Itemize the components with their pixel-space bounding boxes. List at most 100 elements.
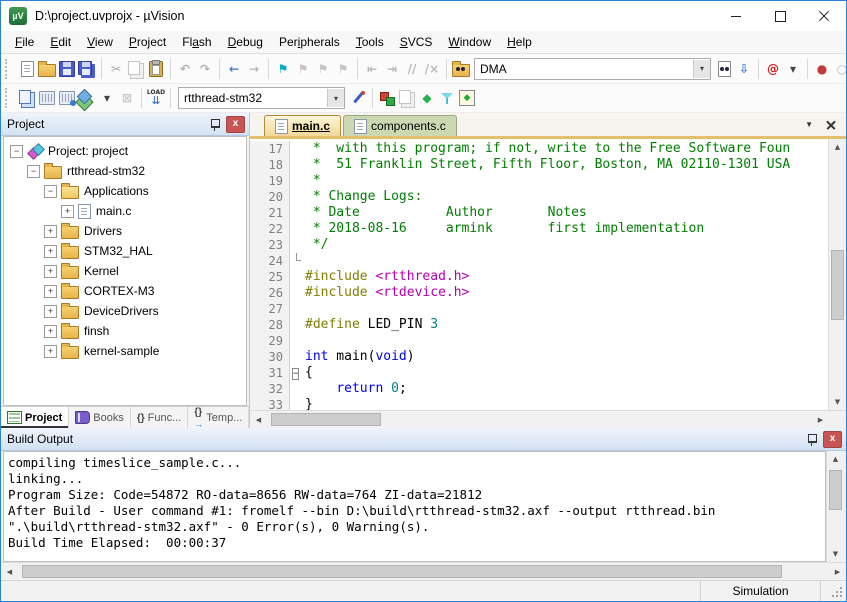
tab-temp[interactable]: Temp... bbox=[188, 407, 249, 428]
code-line[interactable]: 30int main(void) bbox=[250, 349, 828, 365]
line-number[interactable]: 23 bbox=[250, 237, 290, 253]
target-combo[interactable]: rtthread-stm32▾ bbox=[178, 87, 345, 109]
tab-func[interactable]: Func... bbox=[131, 407, 188, 428]
menu-help[interactable]: Help bbox=[499, 33, 540, 51]
menu-view[interactable]: View bbox=[79, 33, 121, 51]
editor-horizontal-scrollbar[interactable]: ◀ ▶ bbox=[250, 410, 846, 428]
next-bookmark-icon[interactable]: ⚑ bbox=[313, 58, 333, 80]
plus-expander[interactable]: + bbox=[44, 345, 57, 358]
scroll-right-icon[interactable]: ▶ bbox=[812, 412, 829, 428]
batch-build-icon[interactable] bbox=[77, 87, 97, 109]
save-all-icon[interactable] bbox=[77, 58, 97, 80]
line-number[interactable]: 22 bbox=[250, 221, 290, 237]
menu-debug[interactable]: Debug bbox=[220, 33, 271, 51]
toolbar-grip[interactable] bbox=[5, 88, 11, 108]
build-output-horizontal-scrollbar[interactable]: ◀ ▶ bbox=[1, 562, 846, 580]
insert-bookmark-icon[interactable]: ⚑ bbox=[273, 58, 293, 80]
tree-item-rtthread-stm32[interactable]: −rtthread-stm32 bbox=[4, 161, 246, 181]
indent-icon[interactable]: ⇥ bbox=[382, 58, 402, 80]
stop-build-icon[interactable]: ⊠ bbox=[117, 87, 137, 109]
scrollbar-thumb[interactable] bbox=[271, 413, 381, 426]
tree-item-project-project[interactable]: −Project: project bbox=[4, 141, 246, 161]
menu-window[interactable]: Window bbox=[440, 33, 499, 51]
code-line[interactable]: 24 bbox=[250, 253, 828, 269]
previous-bookmark-icon[interactable]: ⚑ bbox=[293, 58, 313, 80]
paste-icon[interactable] bbox=[146, 58, 166, 80]
code-line[interactable]: 17 * with this program; if not, write to… bbox=[250, 141, 828, 157]
tree-item-applications[interactable]: −Applications bbox=[4, 181, 246, 201]
plus-expander[interactable]: + bbox=[44, 305, 57, 318]
plus-expander[interactable]: + bbox=[44, 225, 57, 238]
line-number[interactable]: 28 bbox=[250, 317, 290, 333]
chevron-down-icon[interactable]: ▾ bbox=[693, 60, 710, 78]
code-editor[interactable]: 17 * with this program; if not, write to… bbox=[250, 139, 828, 410]
tree-item-finsh[interactable]: +finsh bbox=[4, 321, 246, 341]
menu-file[interactable]: File bbox=[7, 33, 42, 51]
line-number[interactable]: 30 bbox=[250, 349, 290, 365]
fold-open-icon[interactable]: − bbox=[290, 365, 303, 381]
tree-item-kernel[interactable]: +Kernel bbox=[4, 261, 246, 281]
tree-item-devicedrivers[interactable]: +DeviceDrivers bbox=[4, 301, 246, 321]
chevron-down-icon[interactable]: ▾ bbox=[327, 89, 344, 107]
redo-icon[interactable]: ↷ bbox=[195, 58, 215, 80]
navigate-forward-icon[interactable]: → bbox=[244, 58, 264, 80]
code-line[interactable]: 22 * 2018-08-16 armink first implementat… bbox=[250, 221, 828, 237]
fold-end-icon[interactable] bbox=[290, 253, 303, 269]
line-number[interactable]: 27 bbox=[250, 301, 290, 317]
code-line[interactable]: 19 * bbox=[250, 173, 828, 189]
line-number[interactable]: 29 bbox=[250, 333, 290, 349]
scroll-left-icon[interactable]: ◀ bbox=[1, 564, 18, 580]
line-number[interactable]: 20 bbox=[250, 189, 290, 205]
plus-expander[interactable]: + bbox=[44, 325, 57, 338]
code-line[interactable]: 23 */ bbox=[250, 237, 828, 253]
scroll-up-icon[interactable]: ▲ bbox=[827, 451, 844, 467]
tree-item-kernel-sample[interactable]: +kernel-sample bbox=[4, 341, 246, 361]
plus-expander[interactable]: + bbox=[44, 265, 57, 278]
menu-edit[interactable]: Edit bbox=[42, 33, 79, 51]
menu-flash[interactable]: Flash bbox=[174, 33, 219, 51]
line-number[interactable]: 18 bbox=[250, 157, 290, 173]
pin-icon[interactable] bbox=[210, 118, 220, 131]
close-button[interactable] bbox=[802, 1, 846, 31]
tree-item-drivers[interactable]: +Drivers bbox=[4, 221, 246, 241]
code-line[interactable]: 26#include <rtdevice.h> bbox=[250, 285, 828, 301]
scroll-right-icon[interactable]: ▶ bbox=[829, 564, 846, 580]
code-line[interactable]: 25#include <rtthread.h> bbox=[250, 269, 828, 285]
comment-selection-icon[interactable]: // bbox=[402, 58, 422, 80]
insert-breakpoint-icon[interactable]: ● bbox=[812, 58, 832, 80]
build-output-vertical-scrollbar[interactable]: ▲ ▼ bbox=[826, 451, 844, 562]
tree-item-stm32-hal[interactable]: +STM32_HAL bbox=[4, 241, 246, 261]
copy-groups-icon[interactable] bbox=[397, 87, 417, 109]
line-number[interactable]: 17 bbox=[250, 141, 290, 157]
plus-expander[interactable]: + bbox=[61, 205, 74, 218]
scroll-up-icon[interactable]: ▲ bbox=[829, 139, 846, 155]
find-icon[interactable] bbox=[714, 58, 734, 80]
tab-books[interactable]: Books bbox=[69, 407, 131, 428]
menu-svcs[interactable]: SVCS bbox=[392, 33, 441, 51]
copy-icon[interactable] bbox=[126, 58, 146, 80]
save-icon[interactable] bbox=[57, 58, 77, 80]
code-line[interactable]: 32 return 0; bbox=[250, 381, 828, 397]
scroll-down-icon[interactable]: ▼ bbox=[829, 394, 846, 410]
unindent-icon[interactable]: ⇤ bbox=[362, 58, 382, 80]
maximize-button[interactable] bbox=[758, 1, 802, 31]
minus-expander[interactable]: − bbox=[44, 185, 57, 198]
line-number[interactable]: 32 bbox=[250, 381, 290, 397]
scrollbar-thumb[interactable] bbox=[829, 470, 842, 510]
pack-installer-icon[interactable] bbox=[457, 87, 477, 109]
menu-project[interactable]: Project bbox=[121, 33, 174, 51]
undo-icon[interactable]: ↶ bbox=[175, 58, 195, 80]
build-output-close-button[interactable]: x bbox=[823, 431, 842, 448]
scroll-down-icon[interactable]: ▼ bbox=[827, 546, 844, 562]
translate-icon[interactable] bbox=[17, 87, 37, 109]
options-for-target-icon[interactable] bbox=[348, 87, 368, 109]
pin-icon[interactable] bbox=[807, 433, 817, 446]
code-line[interactable]: 28#define LED_PIN 3 bbox=[250, 317, 828, 333]
scrollbar-thumb[interactable] bbox=[831, 250, 844, 320]
rebuild-icon[interactable] bbox=[57, 87, 77, 109]
tab-list-dropdown-icon[interactable]: ▼ bbox=[805, 120, 813, 129]
manage-project-items-icon[interactable] bbox=[377, 87, 397, 109]
navigate-back-icon[interactable]: ← bbox=[224, 58, 244, 80]
project-panel-close-button[interactable]: x bbox=[226, 116, 245, 133]
scrollbar-thumb[interactable] bbox=[22, 565, 782, 578]
